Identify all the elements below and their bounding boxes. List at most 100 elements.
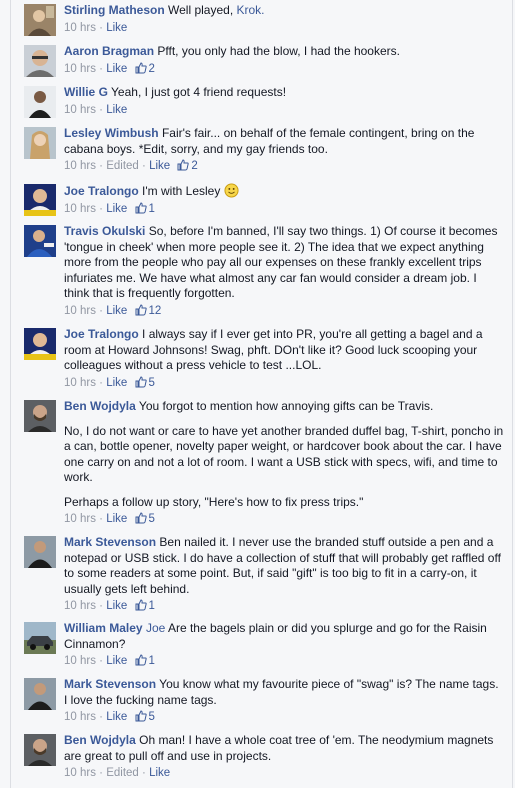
avatar[interactable] — [24, 86, 56, 118]
comment-time[interactable]: 10 hrs — [64, 104, 96, 116]
like-count[interactable]: 12 — [131, 303, 161, 317]
like-button[interactable]: Like — [149, 767, 170, 779]
comment-author[interactable]: Joe Tralongo — [64, 327, 139, 341]
comment-time[interactable]: 10 hrs — [64, 203, 96, 215]
avatar[interactable] — [24, 184, 56, 216]
smiley-emoji-icon — [224, 183, 239, 198]
comment-time[interactable]: 10 hrs — [64, 600, 96, 612]
like-count[interactable]: 1 — [131, 654, 155, 667]
comment-time[interactable]: 10 hrs — [64, 377, 96, 389]
like-button[interactable]: Like — [106, 305, 127, 317]
comment-author[interactable]: Willie G — [64, 85, 108, 99]
comment-author[interactable]: Ben Wojdyla — [64, 399, 136, 413]
like-button[interactable]: Like — [106, 655, 127, 667]
edited-label[interactable]: Edited — [106, 160, 139, 172]
thumbs-up-icon — [135, 61, 147, 73]
comment-author[interactable]: Aaron Bragman — [64, 44, 154, 58]
comment-meta: 10 hrs · Like 5 — [64, 375, 504, 390]
avatar[interactable] — [24, 536, 56, 568]
thumbs-up-icon — [135, 512, 147, 524]
thumbs-up-icon — [135, 375, 147, 387]
like-count[interactable]: 5 — [131, 710, 155, 723]
comment-text: No, I do not want or care to have yet an… — [64, 423, 504, 485]
like-count[interactable]: 1 — [131, 201, 155, 215]
meta-separator: · — [99, 304, 104, 317]
meta-separator: · — [99, 513, 104, 525]
comment-meta: 10 hrs · Like — [64, 21, 504, 35]
comment-time[interactable]: 10 hrs — [64, 655, 96, 667]
avatar[interactable] — [24, 622, 56, 654]
comment-time[interactable]: 10 hrs — [64, 513, 96, 525]
edited-label[interactable]: Edited — [106, 767, 139, 779]
comment-meta: 10 hrs · Edited · Like — [64, 766, 504, 780]
comment-time[interactable]: 10 hrs — [64, 767, 96, 779]
comment-time[interactable]: 10 hrs — [64, 63, 96, 75]
like-button[interactable]: Like — [106, 600, 127, 612]
comment-author[interactable]: Mark Stevenson — [64, 677, 156, 691]
comment-author[interactable]: Joe Tralongo — [64, 184, 139, 198]
avatar[interactable] — [24, 127, 56, 159]
person-avatar-icon — [24, 86, 56, 118]
comment-text: I'm with Lesley — [142, 184, 221, 198]
comment-text: Pfft, you only had the blow, I had the h… — [157, 44, 400, 58]
comment-author[interactable]: Ben Wojdyla — [64, 733, 136, 747]
comment-author[interactable]: Stirling Matheson — [64, 3, 165, 17]
like-button[interactable]: Like — [149, 160, 170, 172]
thumbs-up-icon — [135, 710, 147, 722]
comment-time[interactable]: 10 hrs — [64, 711, 96, 723]
like-count[interactable]: 2 — [173, 159, 198, 172]
comment-meta: 10 hrs · Like 5 — [64, 710, 504, 724]
avatar[interactable] — [24, 328, 56, 360]
comment-meta: 10 hrs · Like 2 — [64, 61, 504, 76]
avatar[interactable] — [24, 734, 56, 766]
avatar[interactable] — [24, 4, 56, 36]
avatar[interactable] — [24, 45, 56, 77]
person-avatar-icon — [24, 734, 56, 766]
comment-time[interactable]: 10 hrs — [64, 22, 96, 34]
like-button[interactable]: Like — [106, 22, 127, 34]
comment-text: Well played, — [168, 3, 237, 17]
avatar[interactable] — [24, 225, 56, 257]
thumbs-up-icon — [135, 599, 147, 611]
person-avatar-icon — [24, 45, 56, 77]
comment-time[interactable]: 10 hrs — [64, 160, 96, 172]
like-button[interactable]: Like — [106, 104, 127, 116]
meta-separator: · — [99, 202, 104, 215]
person-avatar-icon — [24, 4, 56, 36]
like-button[interactable]: Like — [106, 63, 127, 75]
comment-meta: 10 hrs · Like 1 — [64, 654, 504, 668]
comment-meta: 10 hrs · Like 5 — [64, 512, 504, 526]
comment-meta: 10 hrs · Edited · Like 2 — [64, 159, 504, 173]
person-avatar-icon — [24, 184, 56, 216]
person-avatar-icon — [24, 678, 56, 710]
like-count[interactable]: 1 — [131, 599, 155, 612]
like-count[interactable]: 5 — [131, 375, 155, 389]
person-avatar-icon — [24, 127, 56, 159]
thumbs-up-icon — [135, 654, 147, 666]
comment-author[interactable]: William Maley — [64, 621, 143, 635]
comment-author[interactable]: Travis Okulski — [64, 224, 145, 238]
like-count[interactable]: 2 — [131, 61, 155, 75]
comment-text: Perhaps a follow up story, "Here's how t… — [64, 494, 364, 509]
like-button[interactable]: Like — [106, 711, 127, 723]
like-button[interactable]: Like — [106, 377, 127, 389]
meta-separator: · — [99, 160, 104, 172]
comment-text: Yeah, I just got 4 friend requests! — [111, 85, 287, 99]
comment-time[interactable]: 10 hrs — [64, 305, 96, 317]
meta-separator: · — [99, 655, 104, 667]
meta-separator: · — [99, 600, 104, 612]
meta-separator: · — [99, 21, 104, 34]
mention-link[interactable]: Joe — [146, 621, 165, 635]
comment-author[interactable]: Lesley Wimbush — [64, 126, 159, 140]
comment-meta: 10 hrs · Like 12 — [64, 303, 504, 318]
avatar[interactable] — [24, 678, 56, 710]
person-avatar-icon — [24, 328, 56, 360]
meta-separator: · — [142, 767, 146, 779]
like-button[interactable]: Like — [106, 513, 127, 525]
avatar[interactable] — [24, 400, 56, 432]
comment-author[interactable]: Mark Stevenson — [64, 535, 156, 549]
like-button[interactable]: Like — [106, 203, 127, 215]
comment-link[interactable]: Krok. — [237, 3, 265, 17]
like-count[interactable]: 5 — [131, 512, 155, 525]
thumbs-up-icon — [177, 159, 190, 171]
